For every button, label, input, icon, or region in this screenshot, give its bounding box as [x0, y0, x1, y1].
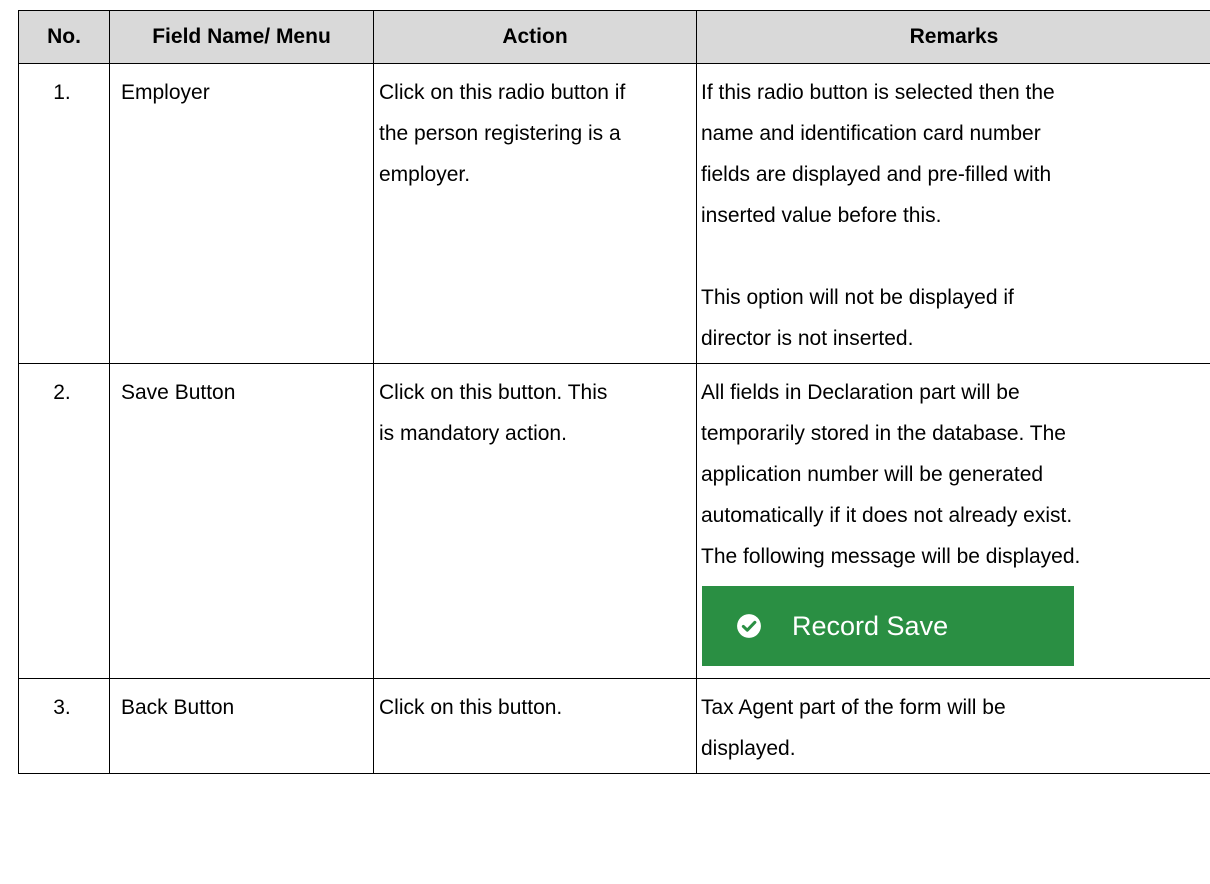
remarks-line: If this radio button is selected then th…: [701, 81, 1055, 104]
record-save-toast: Record Save: [702, 586, 1074, 666]
table-row: 3. Back Button Click on this button. Tax…: [18, 678, 1210, 774]
row-number: 2.: [18, 363, 110, 679]
remarks-cell: Tax Agent part of the form will be displ…: [696, 678, 1210, 774]
remarks-line: inserted value before this.: [701, 204, 942, 227]
row-number: 3.: [18, 678, 110, 774]
field-name-cell: Save Button: [109, 363, 374, 679]
header-no: No.: [18, 10, 110, 64]
remarks-line: temporarily stored in the database. The: [701, 422, 1066, 445]
header-action: Action: [373, 10, 697, 64]
action-line: Click on this button. This: [379, 381, 608, 404]
action-cell: Click on this radio button if the person…: [373, 63, 697, 364]
table-row: 1. Employer Click on this radio button i…: [18, 63, 1210, 364]
header-remarks: Remarks: [696, 10, 1210, 64]
check-circle-icon: [737, 614, 761, 638]
action-cell: Click on this button.: [373, 678, 697, 774]
remarks-line: fields are displayed and pre-filled with: [701, 163, 1052, 186]
remarks-line: application number will be generated: [701, 463, 1044, 486]
remarks-cell: If this radio button is selected then th…: [696, 63, 1210, 364]
remarks-line: automatically if it does not already exi…: [701, 504, 1073, 527]
remarks-line: displayed.: [701, 737, 796, 760]
header-field-name: Field Name/ Menu: [109, 10, 374, 64]
field-name-cell: Back Button: [109, 678, 374, 774]
action-cell: Click on this button. This is mandatory …: [373, 363, 697, 679]
action-line: Click on this button.: [379, 696, 563, 719]
remarks-line: director is not inserted.: [701, 327, 914, 350]
remarks-line: This option will not be displayed if: [701, 286, 1014, 309]
remarks-line: Tax Agent part of the form will be: [701, 696, 1006, 719]
action-line: the person registering is a: [379, 122, 621, 145]
field-description-table: No. Field Name/ Menu Action Remarks 1. E…: [18, 10, 1210, 774]
toast-label: Record Save: [792, 611, 949, 641]
table-row: 2. Save Button Click on this button. Thi…: [18, 363, 1210, 679]
row-number: 1.: [18, 63, 110, 364]
remarks-line: name and identification card number: [701, 122, 1041, 145]
table-header-row: No. Field Name/ Menu Action Remarks: [18, 10, 1210, 64]
action-line: Click on this radio button if: [379, 81, 626, 104]
remarks-line: All fields in Declaration part will be: [701, 381, 1020, 404]
action-line: is mandatory action.: [379, 422, 567, 445]
field-name-cell: Employer: [109, 63, 374, 364]
remarks-line: The following message will be displayed.: [701, 545, 1081, 568]
action-line: employer.: [379, 163, 471, 186]
remarks-cell: All fields in Declaration part will be t…: [696, 363, 1210, 679]
